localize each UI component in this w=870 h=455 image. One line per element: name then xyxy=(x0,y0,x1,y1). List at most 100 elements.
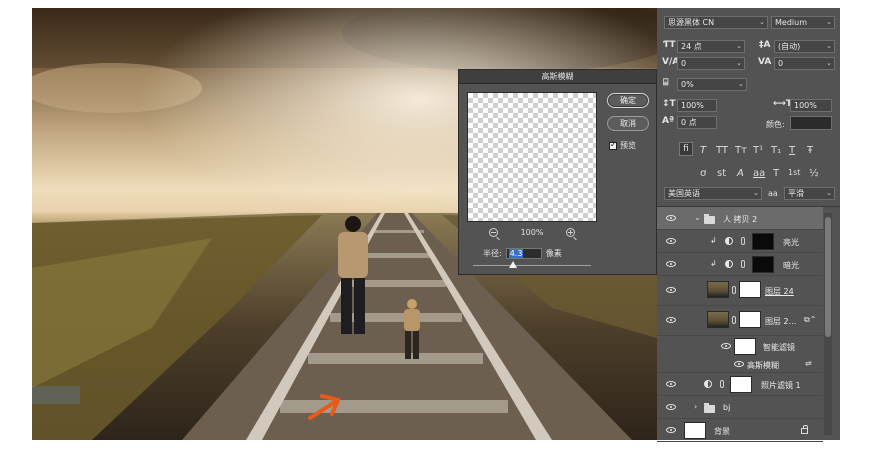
swash-button[interactable]: A xyxy=(737,168,744,179)
layer-name: 暗光 xyxy=(783,261,799,270)
layer-row-photo-filter[interactable]: 照片滤镜 1 xyxy=(657,373,823,396)
layer-row-smart-object[interactable]: 图层 2... ⧉⌃ xyxy=(657,306,823,336)
chevron-right-icon[interactable]: › xyxy=(694,402,697,411)
vertical-scale-value: 100% xyxy=(681,101,704,110)
kerning-field[interactable]: 0 ⌄ xyxy=(677,57,745,70)
layer-row-layer24[interactable]: 图层 24 xyxy=(657,276,823,306)
vertical-scale-field[interactable]: 100% xyxy=(677,99,717,112)
eye-icon[interactable] xyxy=(666,287,676,293)
checkbox-icon[interactable] xyxy=(609,140,617,150)
tracking-icon: VA xyxy=(758,57,772,67)
chevron-down-icon: ⌄ xyxy=(826,59,832,67)
layer-mask-thumbnail[interactable] xyxy=(730,376,752,393)
filter-mask-thumbnail[interactable] xyxy=(734,338,756,355)
eye-icon[interactable] xyxy=(666,317,676,323)
layer-row-background[interactable]: 背景 xyxy=(657,419,823,442)
text-color-swatch[interactable] xyxy=(790,116,832,130)
filter-blending-icon[interactable]: ⇌ xyxy=(805,359,812,368)
layer-name: 照片滤镜 1 xyxy=(761,381,801,390)
zoom-level: 100% xyxy=(520,228,544,237)
layer-row-shadow[interactable]: ↲ 暗光 xyxy=(657,253,823,276)
chevron-down-icon: ⌄ xyxy=(759,18,765,26)
baseline-shift-field[interactable]: 0 点 xyxy=(677,116,717,129)
chevron-down-icon: ⌄ xyxy=(736,42,742,50)
small-caps-button[interactable]: Tт xyxy=(735,145,747,156)
layer-thumbnail[interactable] xyxy=(707,281,729,298)
ok-button[interactable]: 确定 xyxy=(607,93,649,108)
chevron-down-icon: ⌄ xyxy=(753,189,759,197)
horizontal-scale-field[interactable]: 100% xyxy=(790,99,832,112)
layer-mask-thumbnail[interactable] xyxy=(752,256,774,273)
layer-row-group-copy[interactable]: ⌄ 人 拷贝 2 xyxy=(657,207,823,230)
eye-icon[interactable] xyxy=(666,238,676,244)
radius-value: 4.3 xyxy=(508,249,524,258)
discretionary-ligatures-button[interactable]: st xyxy=(717,168,726,179)
radius-label: 半径: xyxy=(483,249,502,258)
tsume-field[interactable]: 0% ⌄ xyxy=(677,78,747,91)
layer-mask-thumbnail[interactable] xyxy=(739,281,761,298)
eye-icon[interactable] xyxy=(666,404,676,410)
chevron-down-icon: ⌄ xyxy=(826,42,832,50)
layer-name: 高斯模糊 xyxy=(747,361,779,370)
layer-thumbnail[interactable] xyxy=(707,311,729,328)
radius-slider[interactable] xyxy=(473,261,591,268)
layer-name: 智能滤镜 xyxy=(763,343,795,352)
font-size-field[interactable]: 24 点 ⌄ xyxy=(677,40,745,53)
layer-mask-thumbnail[interactable] xyxy=(739,311,761,328)
gaussian-blur-dialog: 高斯模糊 确定 取消 预览 100% 半径: 4.3 像素 xyxy=(458,69,657,275)
superscript-button[interactable]: T¹ xyxy=(753,145,763,156)
anti-alias-select[interactable]: 平滑 ⌄ xyxy=(784,187,835,200)
chain-link-icon xyxy=(741,237,745,245)
language-select[interactable]: 美国英语 ⌄ xyxy=(664,187,762,200)
layer-row-highlight[interactable]: ↲ 亮光 xyxy=(657,230,823,253)
eye-icon[interactable] xyxy=(666,261,676,267)
font-style-select[interactable]: Medium ⌄ xyxy=(771,16,835,29)
scrollbar-thumb[interactable] xyxy=(825,217,831,337)
adjustment-icon xyxy=(704,380,712,388)
eye-icon[interactable] xyxy=(721,343,731,349)
underline-button[interactable]: T xyxy=(789,145,795,156)
layers-scrollbar[interactable] xyxy=(824,213,832,435)
chain-link-icon xyxy=(732,286,736,294)
leading-field[interactable]: (自动) ⌄ xyxy=(774,40,835,53)
strikethrough-button[interactable]: Ŧ xyxy=(807,145,813,156)
anti-alias-value: 平滑 xyxy=(788,189,804,198)
cancel-button[interactable]: 取消 xyxy=(607,116,649,131)
preview-checkbox[interactable]: 预览 xyxy=(609,140,636,151)
titling-alternates-button[interactable]: T xyxy=(773,168,779,179)
chain-link-icon xyxy=(741,260,745,268)
zoom-out-icon[interactable] xyxy=(489,228,498,237)
ligatures-button[interactable]: fi xyxy=(679,142,693,156)
layer-mask-thumbnail[interactable] xyxy=(752,233,774,250)
stylistic-alternates-button[interactable]: aa xyxy=(753,168,765,179)
chevron-down-icon[interactable]: ⌄ xyxy=(694,213,701,222)
old-style-button[interactable]: ơ xyxy=(700,168,706,179)
tsume-value: 0% xyxy=(681,80,694,89)
faux-italic-button[interactable]: T xyxy=(700,145,706,156)
font-family-value: 思源黑体 CN xyxy=(668,18,715,27)
all-caps-button[interactable]: TT xyxy=(716,145,728,156)
filter-preview[interactable] xyxy=(467,92,597,222)
chevron-down-icon: ⌄ xyxy=(736,59,742,67)
layer-row-smart-filters[interactable]: 智能滤镜 xyxy=(657,336,823,357)
eye-icon[interactable] xyxy=(734,361,744,367)
dialog-title[interactable]: 高斯模糊 xyxy=(459,70,656,84)
layer-row-group-bj[interactable]: › bj xyxy=(657,396,823,419)
font-size-icon: ƬT xyxy=(663,40,676,50)
eye-icon[interactable] xyxy=(666,427,676,433)
font-family-select[interactable]: 思源黑体 CN ⌄ xyxy=(664,16,768,29)
subscript-button[interactable]: T₁ xyxy=(771,145,781,156)
ordinals-button[interactable]: 1st xyxy=(788,168,800,177)
slider-thumb[interactable] xyxy=(509,261,517,268)
tracking-field[interactable]: 0 ⌄ xyxy=(774,57,835,70)
layer-thumbnail[interactable] xyxy=(684,422,706,439)
radius-input[interactable]: 4.3 xyxy=(505,248,542,259)
fractions-button[interactable]: ½ xyxy=(809,168,819,179)
eye-icon[interactable] xyxy=(666,381,676,387)
baseline-shift-value: 0 点 xyxy=(681,118,697,127)
zoom-in-icon[interactable] xyxy=(566,228,575,237)
layer-row-gaussian-blur[interactable]: 高斯模糊 ⇌ xyxy=(657,357,823,373)
eye-icon[interactable] xyxy=(666,215,676,221)
preview-label: 预览 xyxy=(620,141,636,150)
clipping-arrow-icon: ↲ xyxy=(710,236,717,245)
